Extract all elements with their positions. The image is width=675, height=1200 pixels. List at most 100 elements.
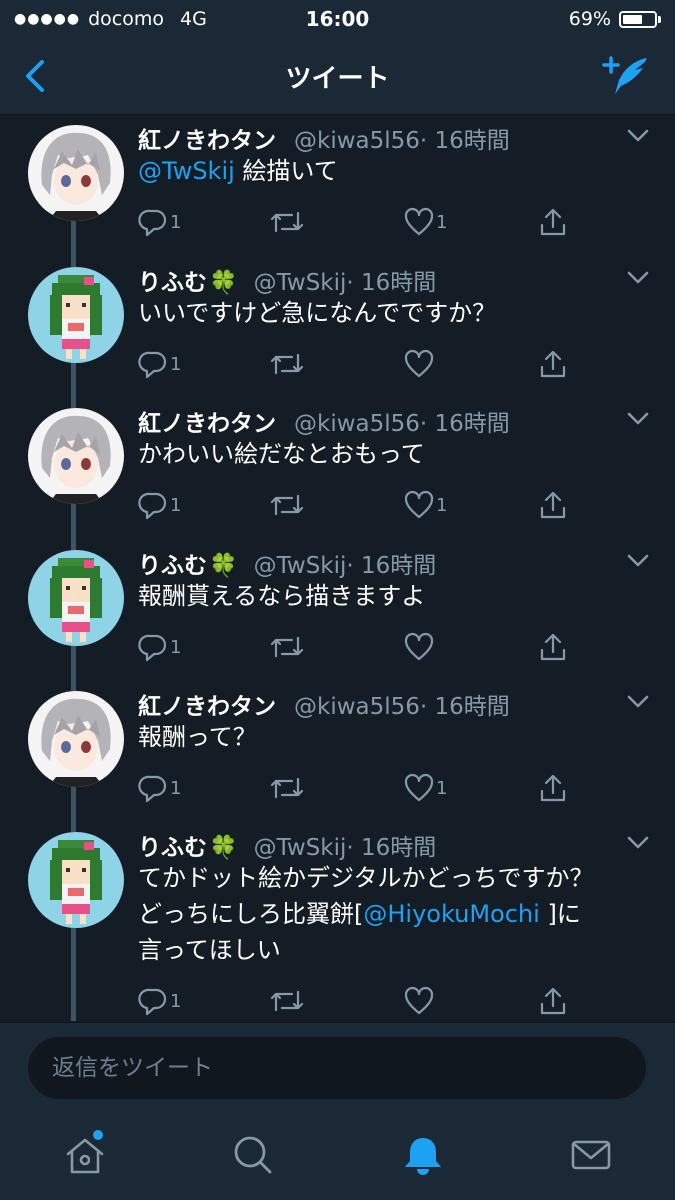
display-name[interactable]: 紅ノきわタン [138, 404, 276, 438]
user-handle[interactable]: @TwSkij [254, 270, 347, 296]
tweet-header: 紅ノきわタン @kiwa5l56 · 16時間 [138, 404, 510, 438]
tweet-item[interactable]: りふむ 🍀 @TwSkij · 16時間 いいですけど急になんでですか？ 1 [0, 257, 675, 398]
retweet-icon [270, 990, 304, 1012]
like-button[interactable] [404, 349, 436, 379]
retweet-button[interactable] [270, 986, 306, 1016]
chevron-down-icon[interactable] [627, 554, 649, 568]
retweet-button[interactable] [270, 207, 306, 237]
reply-count: 1 [170, 211, 182, 233]
retweet-icon [270, 777, 304, 799]
chevron-down-icon[interactable] [627, 271, 649, 285]
status-bar: ●●●●● docomo 4G 16:00 69% [0, 0, 675, 38]
tweet-item[interactable]: 紅ノきわタン @kiwa5l56 · 16時間 かわいい絵だなとおもって 1 1 [0, 398, 675, 540]
bell-icon [405, 1138, 441, 1175]
reply-button[interactable]: 1 [138, 632, 181, 662]
tab-search[interactable] [230, 1132, 276, 1178]
retweet-button[interactable] [270, 773, 306, 803]
share-button[interactable] [538, 349, 568, 379]
tweet-line: 言ってほしい [138, 936, 281, 964]
mention-link[interactable]: @HiyokuMochi [363, 900, 539, 928]
tweet-item[interactable]: りふむ 🍀 @TwSkij · 16時間 報酬貰えるなら描きますよ 1 [0, 540, 675, 681]
share-button[interactable] [538, 986, 568, 1016]
like-count: 1 [436, 777, 448, 799]
pixel-art-green-hair-avatar [28, 832, 124, 928]
chevron-down-icon[interactable] [627, 129, 649, 143]
share-icon [540, 208, 566, 236]
compose-tweet-button[interactable] [601, 54, 651, 98]
reply-button[interactable]: 1 [138, 986, 181, 1016]
display-name[interactable]: りふむ [138, 828, 207, 862]
nav-bar: ツイート [0, 38, 675, 115]
avatar[interactable] [28, 832, 124, 928]
share-icon [540, 350, 566, 378]
battery-fill [623, 14, 643, 24]
tweet-actions: 1 [138, 349, 578, 383]
heart-icon [404, 773, 434, 802]
reply-bar: 返信をツイート [0, 1022, 675, 1115]
tab-messages[interactable] [568, 1132, 614, 1178]
avatar[interactable] [28, 125, 124, 221]
reply-icon [138, 492, 167, 520]
mention-link[interactable]: @TwSkij [138, 157, 235, 185]
tweet-thread: 紅ノきわタン @kiwa5l56 · 16時間 @TwSkij 絵描いて 1 1 [0, 115, 675, 1021]
user-handle[interactable]: @kiwa5l56 [294, 694, 420, 720]
reply-input[interactable]: 返信をツイート [28, 1037, 646, 1099]
page-title: ツイート [285, 64, 390, 94]
tweet-header: 紅ノきわタン @kiwa5l56 · 16時間 [138, 687, 510, 721]
chevron-down-icon[interactable] [627, 412, 649, 426]
tweet-body: 絵描いて [234, 157, 338, 185]
like-button[interactable]: 1 [404, 773, 447, 803]
share-button[interactable] [538, 632, 568, 662]
battery-icon [619, 10, 657, 28]
like-button[interactable]: 1 [404, 490, 447, 520]
share-icon [540, 491, 566, 519]
tweet-actions: 1 [138, 632, 578, 666]
tweet-item[interactable]: りふむ 🍀 @TwSkij · 16時間 てかドット絵かデジタルかどっちですか？… [0, 822, 675, 1021]
tweet-item[interactable]: 紅ノきわタン @kiwa5l56 · 16時間 報酬って？ 1 1 [0, 681, 675, 822]
tab-notifications[interactable] [400, 1132, 446, 1178]
user-handle[interactable]: @TwSkij [254, 835, 347, 861]
user-handle[interactable]: @TwSkij [254, 553, 347, 579]
retweet-button[interactable] [270, 490, 306, 520]
like-button[interactable] [404, 986, 436, 1016]
like-button[interactable] [404, 632, 436, 662]
share-button[interactable] [538, 207, 568, 237]
reply-button[interactable]: 1 [138, 773, 181, 803]
display-name[interactable]: りふむ [138, 546, 207, 580]
thread-connector [71, 540, 76, 550]
tweet-timestamp: · 16時間 [419, 411, 510, 437]
tweet-header: 紅ノきわタン @kiwa5l56 · 16時間 [138, 121, 510, 155]
gray-hair-anime-avatar [28, 691, 124, 787]
avatar[interactable] [28, 408, 124, 504]
display-name[interactable]: 紅ノきわタン [138, 121, 276, 155]
tweet-item[interactable]: 紅ノきわタン @kiwa5l56 · 16時間 @TwSkij 絵描いて 1 1 [0, 115, 675, 257]
avatar[interactable] [28, 691, 124, 787]
retweet-button[interactable] [270, 349, 306, 379]
reply-button[interactable]: 1 [138, 349, 181, 379]
avatar[interactable] [28, 267, 124, 363]
share-button[interactable] [538, 773, 568, 803]
user-handle[interactable]: @kiwa5l56 [294, 411, 420, 437]
avatar[interactable] [28, 550, 124, 646]
reply-icon [138, 988, 167, 1016]
tweet-actions: 1 1 [138, 207, 578, 241]
tweet-header: りふむ 🍀 @TwSkij · 16時間 [138, 546, 436, 580]
retweet-button[interactable] [270, 632, 306, 662]
chevron-down-icon[interactable] [627, 836, 649, 850]
like-count: 1 [436, 211, 448, 233]
thread-connector [71, 504, 76, 540]
reply-button[interactable]: 1 [138, 207, 181, 237]
retweet-icon [270, 353, 304, 375]
chevron-down-icon[interactable] [627, 695, 649, 709]
share-button[interactable] [538, 490, 568, 520]
display-name[interactable]: りふむ [138, 263, 207, 297]
heart-icon [404, 490, 434, 519]
tweet-header: りふむ 🍀 @TwSkij · 16時間 [138, 828, 436, 862]
reply-count: 1 [170, 777, 182, 799]
reply-button[interactable]: 1 [138, 490, 181, 520]
like-button[interactable]: 1 [404, 207, 447, 237]
user-handle[interactable]: @kiwa5l56 [294, 128, 420, 154]
display-name[interactable]: 紅ノきわタン [138, 687, 276, 721]
heart-icon [404, 632, 434, 661]
tweet-line: どっちにしろ比翼餅[@HiyokuMochi ]に [138, 896, 658, 932]
